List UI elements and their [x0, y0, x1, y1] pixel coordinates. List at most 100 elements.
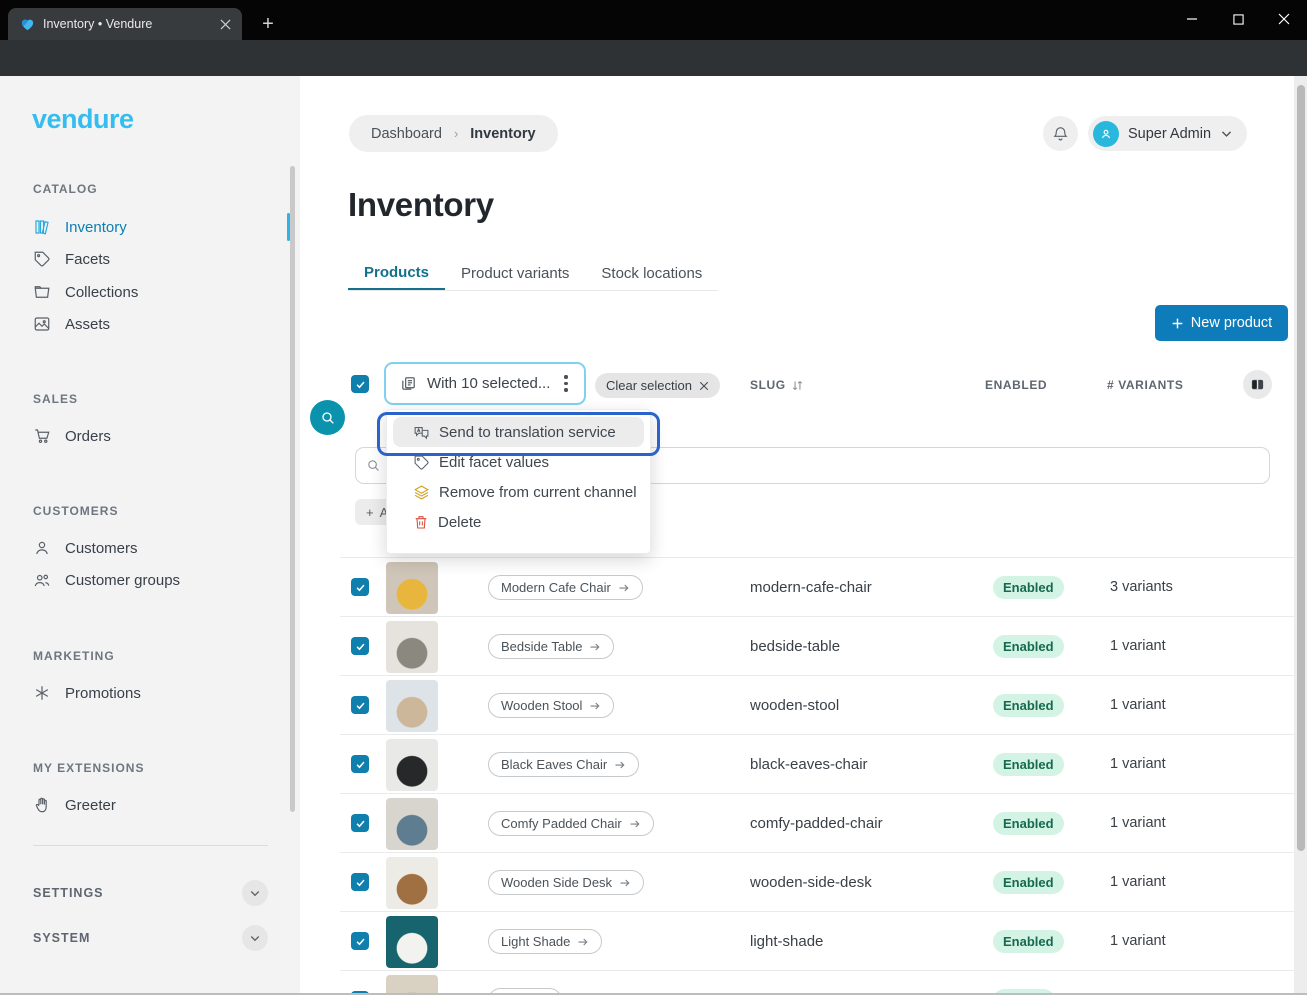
browser-tab[interactable]: Inventory • Vendure: [8, 8, 242, 40]
sidebar-item-customers[interactable]: Customers: [24, 533, 276, 563]
nav-section-customers: CUSTOMERS: [33, 504, 118, 518]
user-menu[interactable]: Super Admin: [1088, 116, 1247, 151]
variant-count: 3 variants: [1110, 579, 1173, 595]
arrow-right-icon: [577, 936, 589, 948]
search-icon: [366, 458, 381, 473]
column-settings-button[interactable]: [1243, 370, 1272, 399]
browser-titlebar: Inventory • Vendure +: [0, 0, 1307, 40]
variant-count: 1 variant: [1110, 638, 1166, 654]
sidebar-item-collections[interactable]: Collections: [24, 277, 276, 307]
select-all-checkbox[interactable]: [351, 375, 369, 393]
arrow-right-icon: [589, 641, 601, 653]
tab-stock-locations[interactable]: Stock locations: [585, 256, 718, 290]
search-icon: [320, 410, 336, 426]
status-badge: Enabled: [993, 753, 1064, 776]
plus-icon: +: [366, 505, 374, 520]
product-name-chip[interactable]: Modern Cafe Chair: [488, 575, 643, 600]
window-minimize-button[interactable]: [1169, 0, 1215, 38]
vendure-heart-icon: [20, 17, 35, 32]
table-row: Modern Cafe Chair modern-cafe-chair Enab…: [340, 557, 1295, 616]
product-thumbnail[interactable]: [386, 857, 438, 909]
breadcrumb[interactable]: Dashboard › Inventory: [349, 115, 558, 152]
sidebar-item-orders[interactable]: Orders: [24, 421, 276, 451]
plus-icon: [1171, 317, 1184, 330]
menu-item-edit-facet-values[interactable]: Edit facet values: [393, 447, 644, 477]
kebab-menu-icon[interactable]: [560, 375, 571, 391]
vendure-logo: vendure: [32, 104, 134, 135]
product-thumbnail[interactable]: [386, 562, 438, 614]
menu-item-send-to-translation[interactable]: Send to translation service: [393, 417, 644, 447]
product-thumbnail[interactable]: [386, 621, 438, 673]
sidebar-item-customer-groups[interactable]: Customer groups: [24, 565, 276, 595]
page-scrollbar-thumb[interactable]: [1297, 85, 1305, 851]
sidebar-divider: [33, 845, 268, 846]
column-header-enabled[interactable]: ENABLED: [985, 378, 1047, 392]
sidebar-item-promotions[interactable]: Promotions: [24, 678, 276, 708]
product-name-chip[interactable]: Bedside Table: [488, 634, 614, 659]
sidebar-item-greeter[interactable]: Greeter: [24, 790, 276, 820]
with-selected-button[interactable]: With 10 selected...: [384, 362, 586, 405]
tab-close-icon[interactable]: [216, 15, 234, 33]
tag-icon: [413, 454, 430, 471]
window-maximize-button[interactable]: [1215, 0, 1261, 38]
row-checkbox[interactable]: [351, 637, 369, 655]
bell-icon: [1052, 125, 1069, 142]
table-row: Comfy Padded Chair comfy-padded-chair En…: [340, 793, 1295, 852]
tab-products[interactable]: Products: [348, 256, 445, 290]
product-thumbnail[interactable]: [386, 798, 438, 850]
table-row: Wooden Stool wooden-stool Enabled 1 vari…: [340, 675, 1295, 734]
sidebar-item-facets[interactable]: Facets: [24, 244, 276, 274]
status-badge: Enabled: [993, 812, 1064, 835]
sort-icon[interactable]: [791, 379, 804, 392]
status-badge: Enabled: [993, 576, 1064, 599]
breadcrumb-dashboard[interactable]: Dashboard: [371, 126, 442, 142]
chevron-down-icon[interactable]: [242, 880, 268, 906]
tab-product-variants[interactable]: Product variants: [445, 256, 585, 290]
row-checkbox[interactable]: [351, 932, 369, 950]
row-checkbox[interactable]: [351, 873, 369, 891]
status-badge: Enabled: [993, 694, 1064, 717]
product-name-chip[interactable]: Wooden Stool: [488, 693, 614, 718]
product-thumbnail[interactable]: [386, 680, 438, 732]
status-badge: Enabled: [993, 635, 1064, 658]
product-name-chip[interactable]: Comfy Padded Chair: [488, 811, 654, 836]
variant-count: 1 variant: [1110, 697, 1166, 713]
column-header-variants[interactable]: # VARIANTS: [1107, 378, 1183, 392]
menu-item-delete[interactable]: Delete: [393, 507, 644, 537]
row-checkbox[interactable]: [351, 696, 369, 714]
page-scrollbar[interactable]: [1294, 76, 1307, 995]
sidebar-scrollbar[interactable]: [290, 166, 295, 812]
product-name-chip[interactable]: Light Shade: [488, 929, 602, 954]
row-checkbox[interactable]: [351, 578, 369, 596]
avatar: [1093, 121, 1119, 147]
clear-selection-button[interactable]: Clear selection: [595, 373, 720, 398]
table-row: Black Eaves Chair black-eaves-chair Enab…: [340, 734, 1295, 793]
row-checkbox[interactable]: [351, 814, 369, 832]
nav-section-marketing: MARKETING: [33, 649, 115, 663]
status-badge: Enabled: [993, 930, 1064, 953]
new-tab-button[interactable]: +: [256, 12, 280, 36]
arrow-right-icon: [589, 700, 601, 712]
new-product-button[interactable]: New product: [1155, 305, 1288, 341]
product-name-chip[interactable]: Wooden Side Desk: [488, 870, 644, 895]
window-close-button[interactable]: [1261, 0, 1307, 38]
search-fab-button[interactable]: [310, 400, 345, 435]
column-header-slug[interactable]: SLUG: [750, 378, 804, 392]
product-name-chip[interactable]: Black Eaves Chair: [488, 752, 639, 777]
row-checkbox[interactable]: [351, 755, 369, 773]
sidebar-item-inventory[interactable]: Inventory: [24, 212, 276, 242]
sidebar: vendure CATALOG Inventory Facets Collect…: [0, 76, 300, 995]
chevron-down-icon[interactable]: [242, 925, 268, 951]
sidebar-item-assets[interactable]: Assets: [24, 309, 276, 339]
product-slug: light-shade: [750, 933, 823, 950]
menu-item-remove-from-channel[interactable]: Remove from current channel: [393, 477, 644, 507]
breadcrumb-separator: ›: [454, 126, 458, 141]
sidebar-group-settings[interactable]: SETTINGS: [33, 878, 268, 908]
product-thumbnail[interactable]: [386, 916, 438, 968]
arrow-right-icon: [629, 818, 641, 830]
notifications-button[interactable]: [1043, 116, 1078, 151]
sidebar-group-system[interactable]: SYSTEM: [33, 923, 268, 953]
product-slug: modern-cafe-chair: [750, 579, 872, 596]
product-thumbnail[interactable]: [386, 739, 438, 791]
product-thumbnail[interactable]: [386, 975, 438, 995]
